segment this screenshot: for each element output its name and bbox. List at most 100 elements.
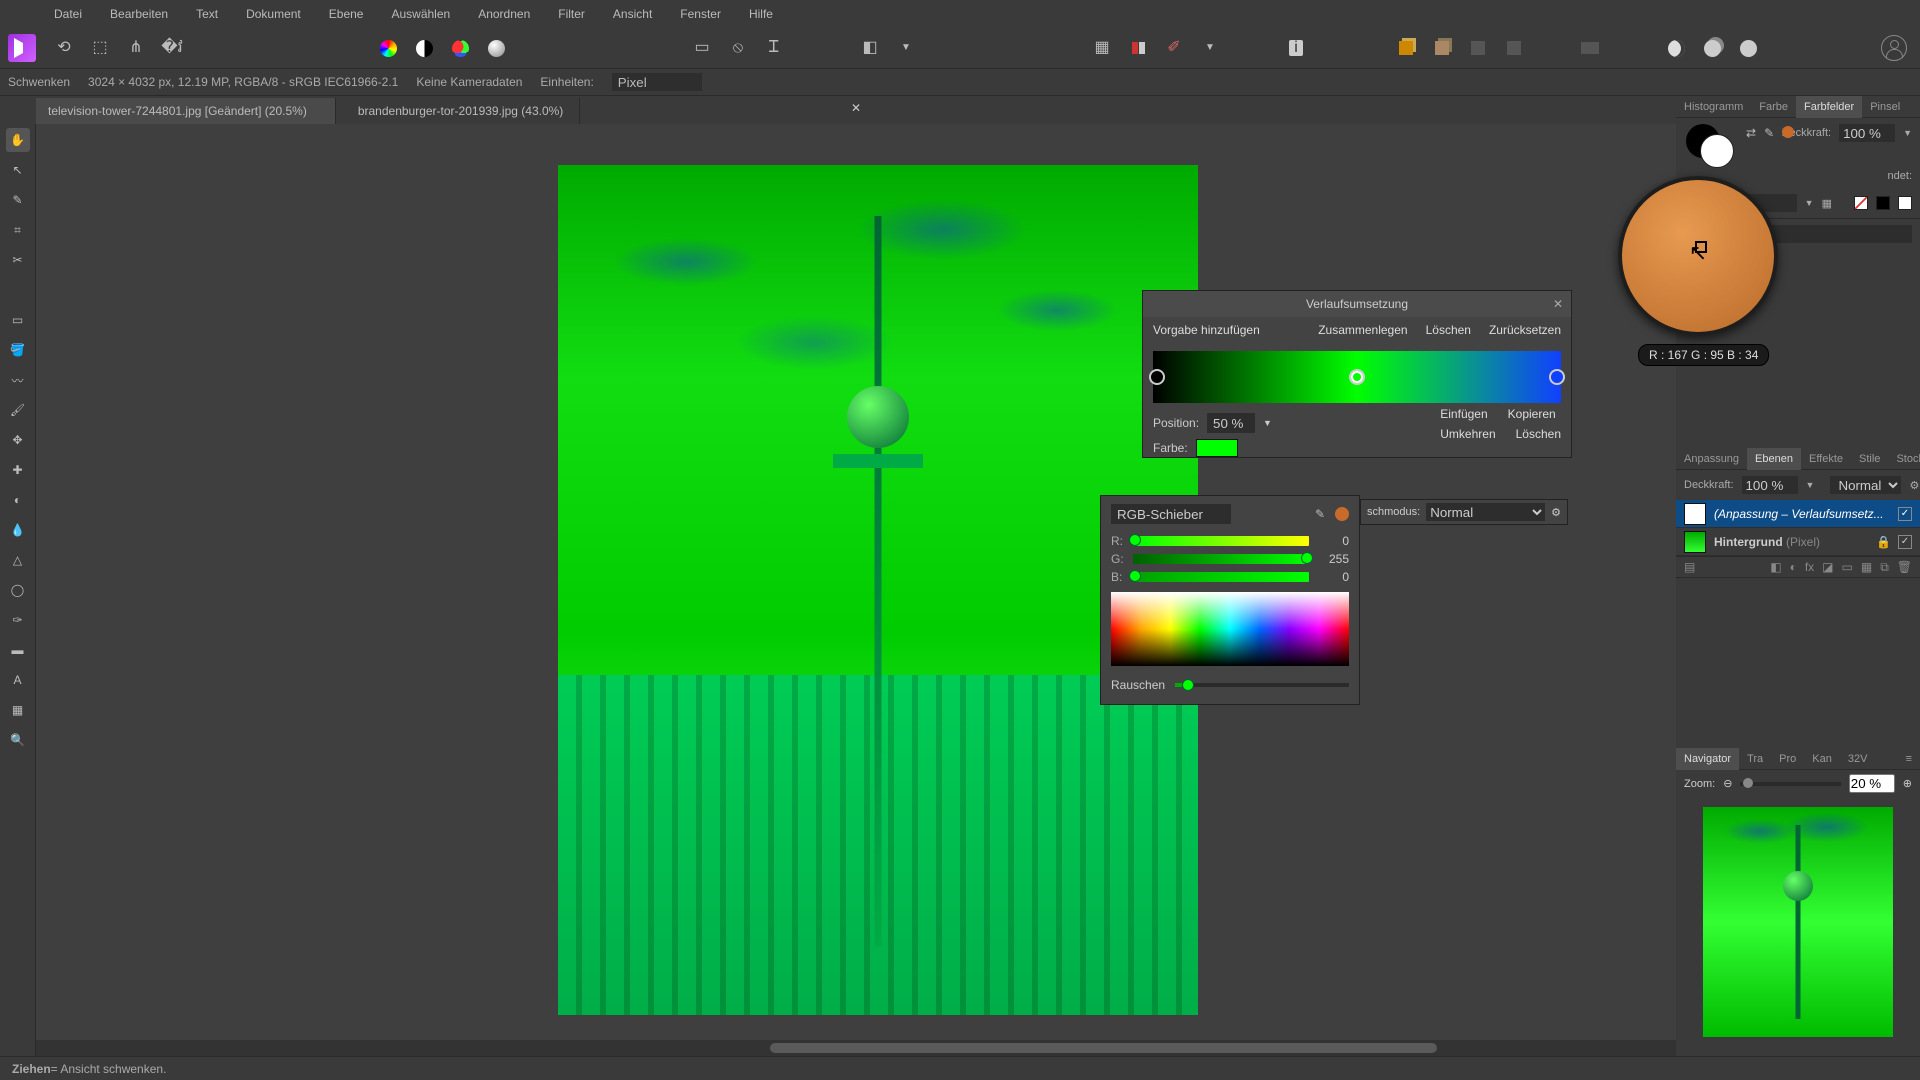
zoom-out-icon[interactable]: ⊖	[1723, 777, 1732, 790]
menu-fenster[interactable]: Fenster	[666, 0, 735, 28]
contrast-icon[interactable]	[410, 34, 438, 62]
color-swatch[interactable]	[1196, 439, 1238, 457]
blendmode-select[interactable]: Normal	[1426, 503, 1545, 521]
clip-icon[interactable]: ◪	[1822, 560, 1833, 574]
grid-icon[interactable]: ▦	[1088, 34, 1116, 62]
hand-tool-icon[interactable]: ✋	[6, 128, 30, 152]
globe-icon[interactable]	[1734, 34, 1762, 62]
dropdown-caret-icon-2[interactable]: ▼	[1196, 34, 1224, 62]
smudge-tool-icon[interactable]: 〰	[6, 368, 30, 392]
layer-opacity-input[interactable]	[1742, 476, 1798, 494]
cube-icon[interactable]: ⬚	[86, 34, 114, 62]
gradient-stop-0[interactable]	[1149, 369, 1165, 385]
layer-row-adjustment[interactable]: (Anpassung – Verlaufsumsetz... ✓	[1676, 500, 1920, 528]
fg-bg-color-preview[interactable]	[1686, 124, 1740, 166]
tab-stock[interactable]: Stock	[1888, 448, 1920, 470]
eyedropper-small-icon[interactable]: ✎	[1764, 126, 1774, 140]
swatches-icon[interactable]	[1124, 34, 1152, 62]
pen-tool-icon[interactable]: ✑	[6, 608, 30, 632]
mask-icon[interactable]: ◧	[1770, 560, 1781, 574]
layer-gear-icon[interactable]: ⚙	[1909, 479, 1919, 492]
tab-histogramm[interactable]: Histogramm	[1676, 96, 1751, 118]
copy-link[interactable]: Kopieren	[1508, 407, 1556, 421]
menu-ebene[interactable]: Ebene	[315, 0, 378, 28]
menu-text[interactable]: Text	[182, 0, 232, 28]
adjustment-icon[interactable]: ◐	[1790, 560, 1797, 574]
delete2-link[interactable]: Löschen	[1516, 427, 1561, 441]
menu-datei[interactable]: Datei	[40, 0, 96, 28]
sponge-tool-icon[interactable]: ◯	[6, 578, 30, 602]
gradient-editor[interactable]	[1153, 351, 1561, 403]
stack-orange-icon[interactable]	[1392, 34, 1420, 62]
eyedropper-icon[interactable]: ✎	[1315, 507, 1329, 521]
blendmode-gear-icon[interactable]: ⚙	[1551, 506, 1561, 519]
tab-stile[interactable]: Stile	[1851, 448, 1888, 470]
layers-filter-icon[interactable]: ▤	[1684, 560, 1695, 574]
text-cursor-icon[interactable]: Ꮖ	[760, 34, 788, 62]
tab-navigator[interactable]: Navigator	[1676, 748, 1739, 770]
color-model-select[interactable]	[1111, 504, 1231, 524]
navigator-thumbnail[interactable]	[1703, 807, 1893, 1037]
invert-link[interactable]: Umkehren	[1440, 427, 1495, 441]
swatch-chip-2[interactable]	[1876, 196, 1890, 210]
node-tool-icon[interactable]: ✎	[6, 188, 30, 212]
shape-tool-icon[interactable]: ▬	[6, 638, 30, 662]
menu-ansicht[interactable]: Ansicht	[599, 0, 666, 28]
preset-caret-icon[interactable]: ▼	[1805, 198, 1814, 208]
gradient-stop-2[interactable]	[1549, 369, 1565, 385]
opacity-caret-icon[interactable]: ▼	[1903, 128, 1912, 138]
quickmask-icon[interactable]: ◧	[856, 34, 884, 62]
share-icon[interactable]: �វ	[158, 34, 186, 62]
text-tool-icon[interactable]: A	[6, 668, 30, 692]
tab-32v[interactable]: 32V	[1840, 748, 1876, 770]
navigator-menu-icon[interactable]: ≡	[1898, 748, 1920, 770]
group-icon[interactable]: ▭	[1842, 560, 1853, 574]
tab-farbfelder[interactable]: Farbfelder	[1796, 96, 1862, 118]
brush-tool-icon[interactable]: 🖌	[6, 398, 30, 422]
menu-dokument[interactable]: Dokument	[232, 0, 315, 28]
r-slider[interactable]: R: 0	[1111, 534, 1349, 548]
swap-colors-icon[interactable]: ⇄	[1746, 126, 1756, 140]
layer-blendmode-select[interactable]: Normal	[1830, 476, 1901, 494]
zoom-in-icon[interactable]: ⊕	[1903, 777, 1912, 790]
zoom-tool-icon[interactable]: 🔍	[6, 728, 30, 752]
tab-ebenen[interactable]: Ebenen	[1747, 448, 1801, 470]
magic-wand-icon[interactable]: ✐	[1160, 34, 1188, 62]
no-select-icon[interactable]: ⦸	[724, 34, 752, 62]
spectrum-picker[interactable]	[1111, 592, 1349, 666]
insert-link[interactable]: Einfügen	[1440, 407, 1487, 421]
position-dropdown-icon[interactable]: ▼	[1263, 419, 1272, 428]
fx-icon[interactable]: fx	[1805, 560, 1814, 574]
swatch-chip-1[interactable]	[1854, 196, 1868, 210]
moon-icon[interactable]	[1662, 34, 1690, 62]
stack-mono-icon[interactable]	[1698, 34, 1726, 62]
blur-tool-icon[interactable]: 💧	[6, 518, 30, 542]
layer-lock-icon[interactable]: 🔒	[1876, 535, 1890, 549]
stack-brown-icon[interactable]	[1428, 34, 1456, 62]
b-slider[interactable]: B: 0	[1111, 570, 1349, 584]
gradient-stop-1[interactable]	[1349, 369, 1365, 385]
dialog-titlebar[interactable]: Verlaufsumsetzung ✕	[1143, 291, 1571, 317]
swatch-grid-icon[interactable]: ▦	[1822, 197, 1832, 210]
noise-slider[interactable]	[1175, 683, 1349, 687]
panel-toggle-icon[interactable]	[1576, 34, 1604, 62]
account-icon[interactable]	[1880, 34, 1908, 62]
reset-link[interactable]: Zurücksetzen	[1489, 323, 1561, 337]
heal-tool-icon[interactable]: ✚	[6, 458, 30, 482]
tab-pro[interactable]: Pro	[1771, 748, 1804, 770]
new-layer-icon[interactable]: ▦	[1861, 560, 1872, 574]
marquee-tool-icon[interactable]: ▭	[6, 308, 30, 332]
delete-link[interactable]: Löschen	[1426, 323, 1471, 337]
color-wheel-icon[interactable]	[374, 34, 402, 62]
trash-icon[interactable]: 🗑	[1897, 560, 1912, 574]
tab-tra[interactable]: Tra	[1739, 748, 1771, 770]
tab-kan[interactable]: Kan	[1804, 748, 1840, 770]
link-layer-icon[interactable]: ⧉	[1880, 560, 1889, 575]
menu-filter[interactable]: Filter	[544, 0, 599, 28]
marquee-icon[interactable]: ▭	[688, 34, 716, 62]
tab-farbe[interactable]: Farbe	[1751, 96, 1796, 118]
swatch-opacity-input[interactable]	[1839, 124, 1895, 142]
waveform-icon[interactable]: ⋔	[122, 34, 150, 62]
merge-link[interactable]: Zusammenlegen	[1318, 323, 1407, 337]
doc-tab-1[interactable]: television-tower-7244801.jpg [Geändert] …	[36, 98, 336, 124]
